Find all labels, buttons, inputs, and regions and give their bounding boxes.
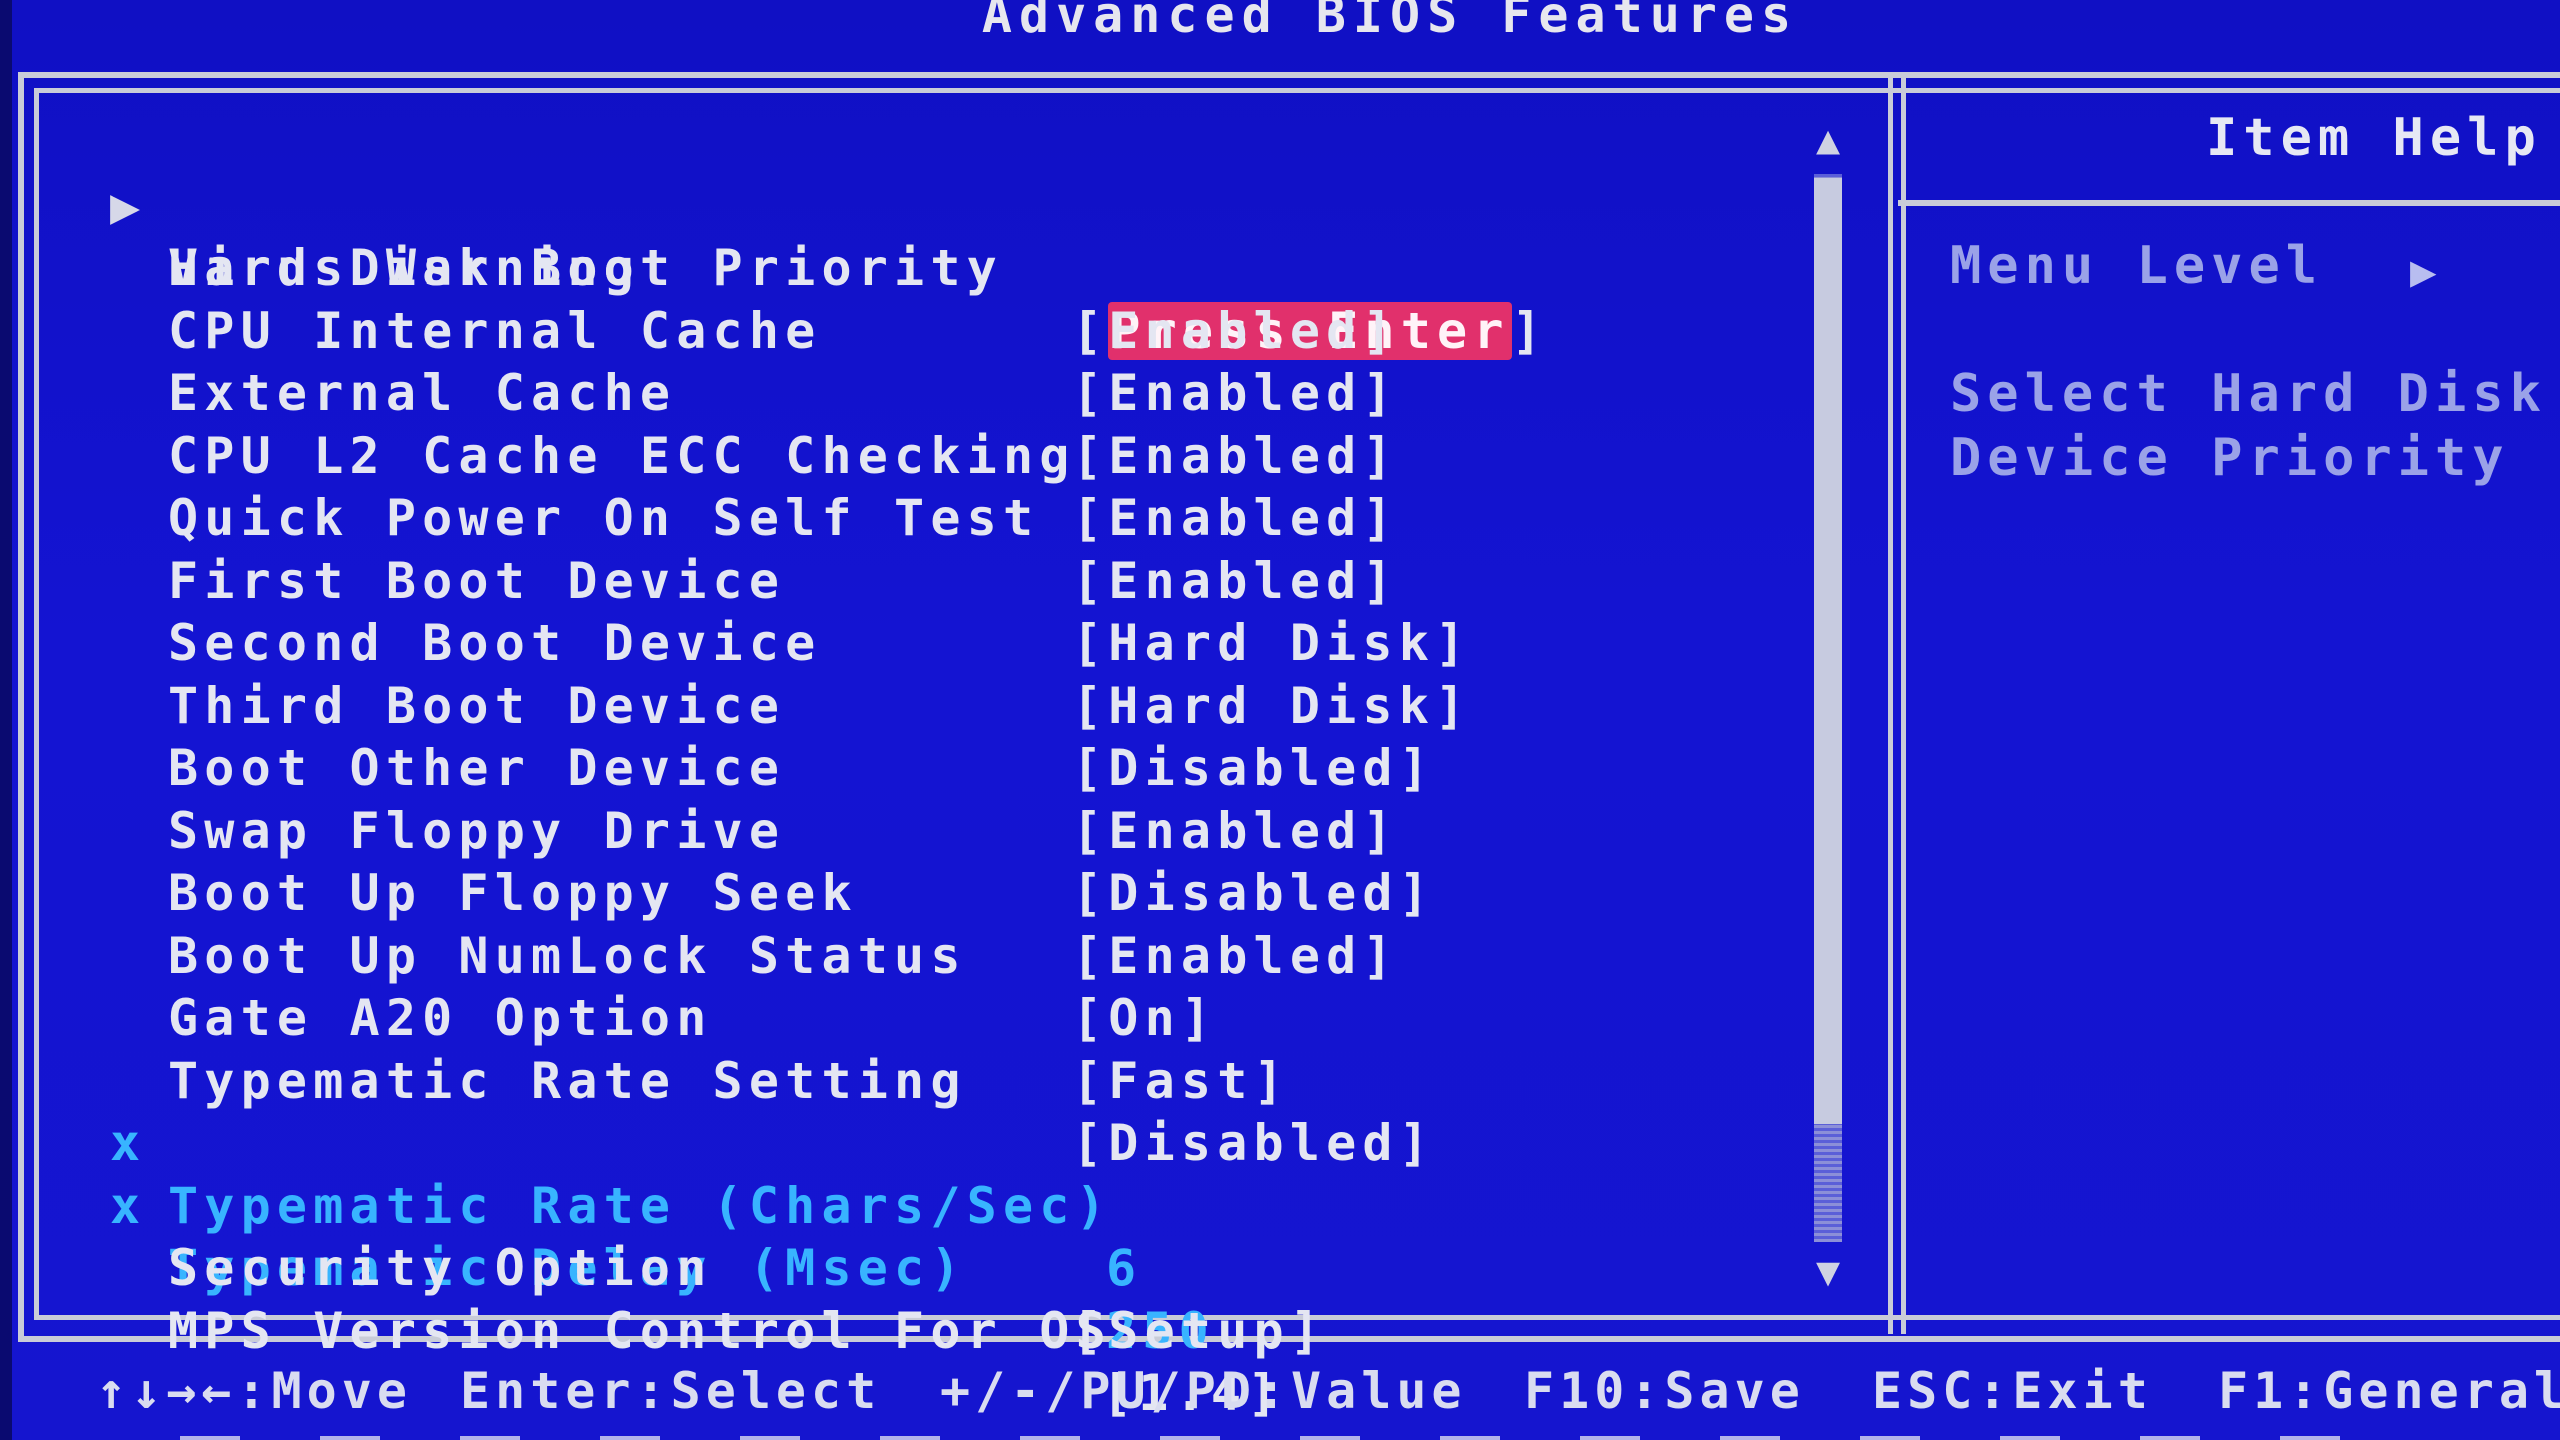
setting-row-security-option[interactable]: Security Option [Setup]	[100, 1175, 1800, 1360]
menu-level-label: Menu Level	[1950, 236, 2324, 296]
scroll-thumb[interactable]	[1814, 178, 1842, 1124]
setting-row-boot-other-device[interactable]: Boot Other Device [Enabled]	[100, 675, 1800, 860]
key-help-select: Enter:Select	[460, 1362, 882, 1420]
help-description-line: Select Hard Disk I	[1950, 364, 2560, 424]
footer-key-help: ↑↓→←:Move Enter:Select +/-/PU/PD:Value F…	[0, 1330, 2560, 1440]
scroll-up-arrow-icon[interactable]: ▲	[1806, 120, 1850, 160]
setting-row-external-cache[interactable]: External Cache [Enabled]	[100, 300, 1800, 485]
help-description-line: Device Priority	[1950, 428, 2510, 488]
setting-row-quick-post[interactable]: Quick Power On Self Test [Enabled]	[100, 425, 1800, 610]
setting-row-numlock-status[interactable]: Boot Up NumLock Status [On]	[100, 862, 1800, 1048]
menu-level-arrow-icon: ▶	[2410, 246, 2437, 297]
item-help-panel: Item Help Menu Level ▶ Select Hard Disk …	[1900, 78, 2560, 1334]
key-help-exit: ESC:Exit	[1872, 1362, 2153, 1420]
scroll-down-arrow-icon[interactable]: ▼	[1806, 1252, 1850, 1292]
key-help-save: F10:Save	[1524, 1362, 1805, 1420]
key-help-general: F1:General	[2218, 1362, 2560, 1420]
settings-scrollbar[interactable]: ▲ ▼	[1806, 120, 1850, 1300]
footer-second-row-cropped	[180, 1436, 2380, 1440]
key-help-value: +/-/PU/PD:Value	[940, 1362, 1467, 1420]
setting-row-first-boot-device[interactable]: First Boot Device [Hard Disk]	[100, 487, 1800, 673]
setting-row-third-boot-device[interactable]: Third Boot Device [Disabled]	[100, 612, 1800, 798]
screen-bezel-edge	[0, 0, 12, 1440]
setting-row-hard-disk-boot-priority[interactable]: ▶ Hard Disk Boot Priority [Press Enter]	[100, 112, 1800, 360]
setting-row-gate-a20-option[interactable]: Gate A20 Option [Fast]	[100, 925, 1800, 1110]
setting-row-virus-warning[interactable]: Virus Warning [Enabled]	[100, 175, 1800, 360]
setting-row-cpu-internal-cache[interactable]: CPU Internal Cache [Enabled]	[100, 237, 1800, 423]
setting-row-mps-version[interactable]: MPS Version Control For OS [1.4]	[100, 1237, 1800, 1423]
key-help-move: ↑↓→←:Move	[96, 1362, 412, 1420]
setting-row-typematic-rate: x Typematic Rate (Chars/Sec) 6	[100, 1050, 1800, 1297]
setting-row-boot-up-floppy-seek[interactable]: Boot Up Floppy Seek [Enabled]	[100, 800, 1800, 985]
setting-row-second-boot-device[interactable]: Second Boot Device [Hard Disk]	[100, 550, 1800, 735]
bios-screen: Advanced BIOS Features ▶ Hard Disk Boot …	[0, 0, 2560, 1440]
page-title: Advanced BIOS Features	[981, 0, 1799, 44]
setting-row-cpu-l2-cache-ecc[interactable]: CPU L2 Cache ECC Checking [Enabled]	[100, 362, 1800, 548]
setting-row-typematic-delay: x Typematic Delay (Msec) 250	[100, 1112, 1800, 1360]
setting-row-typematic-rate-setting[interactable]: Typematic Rate Setting [Disabled]	[100, 987, 1800, 1173]
setting-row-swap-floppy-drive[interactable]: Swap Floppy Drive [Disabled]	[100, 737, 1800, 923]
header-bar: Advanced BIOS Features	[0, 0, 2560, 70]
help-title: Item Help	[2206, 108, 2542, 168]
settings-list: ▶ Hard Disk Boot Priority [Press Enter] …	[100, 112, 1800, 1423]
